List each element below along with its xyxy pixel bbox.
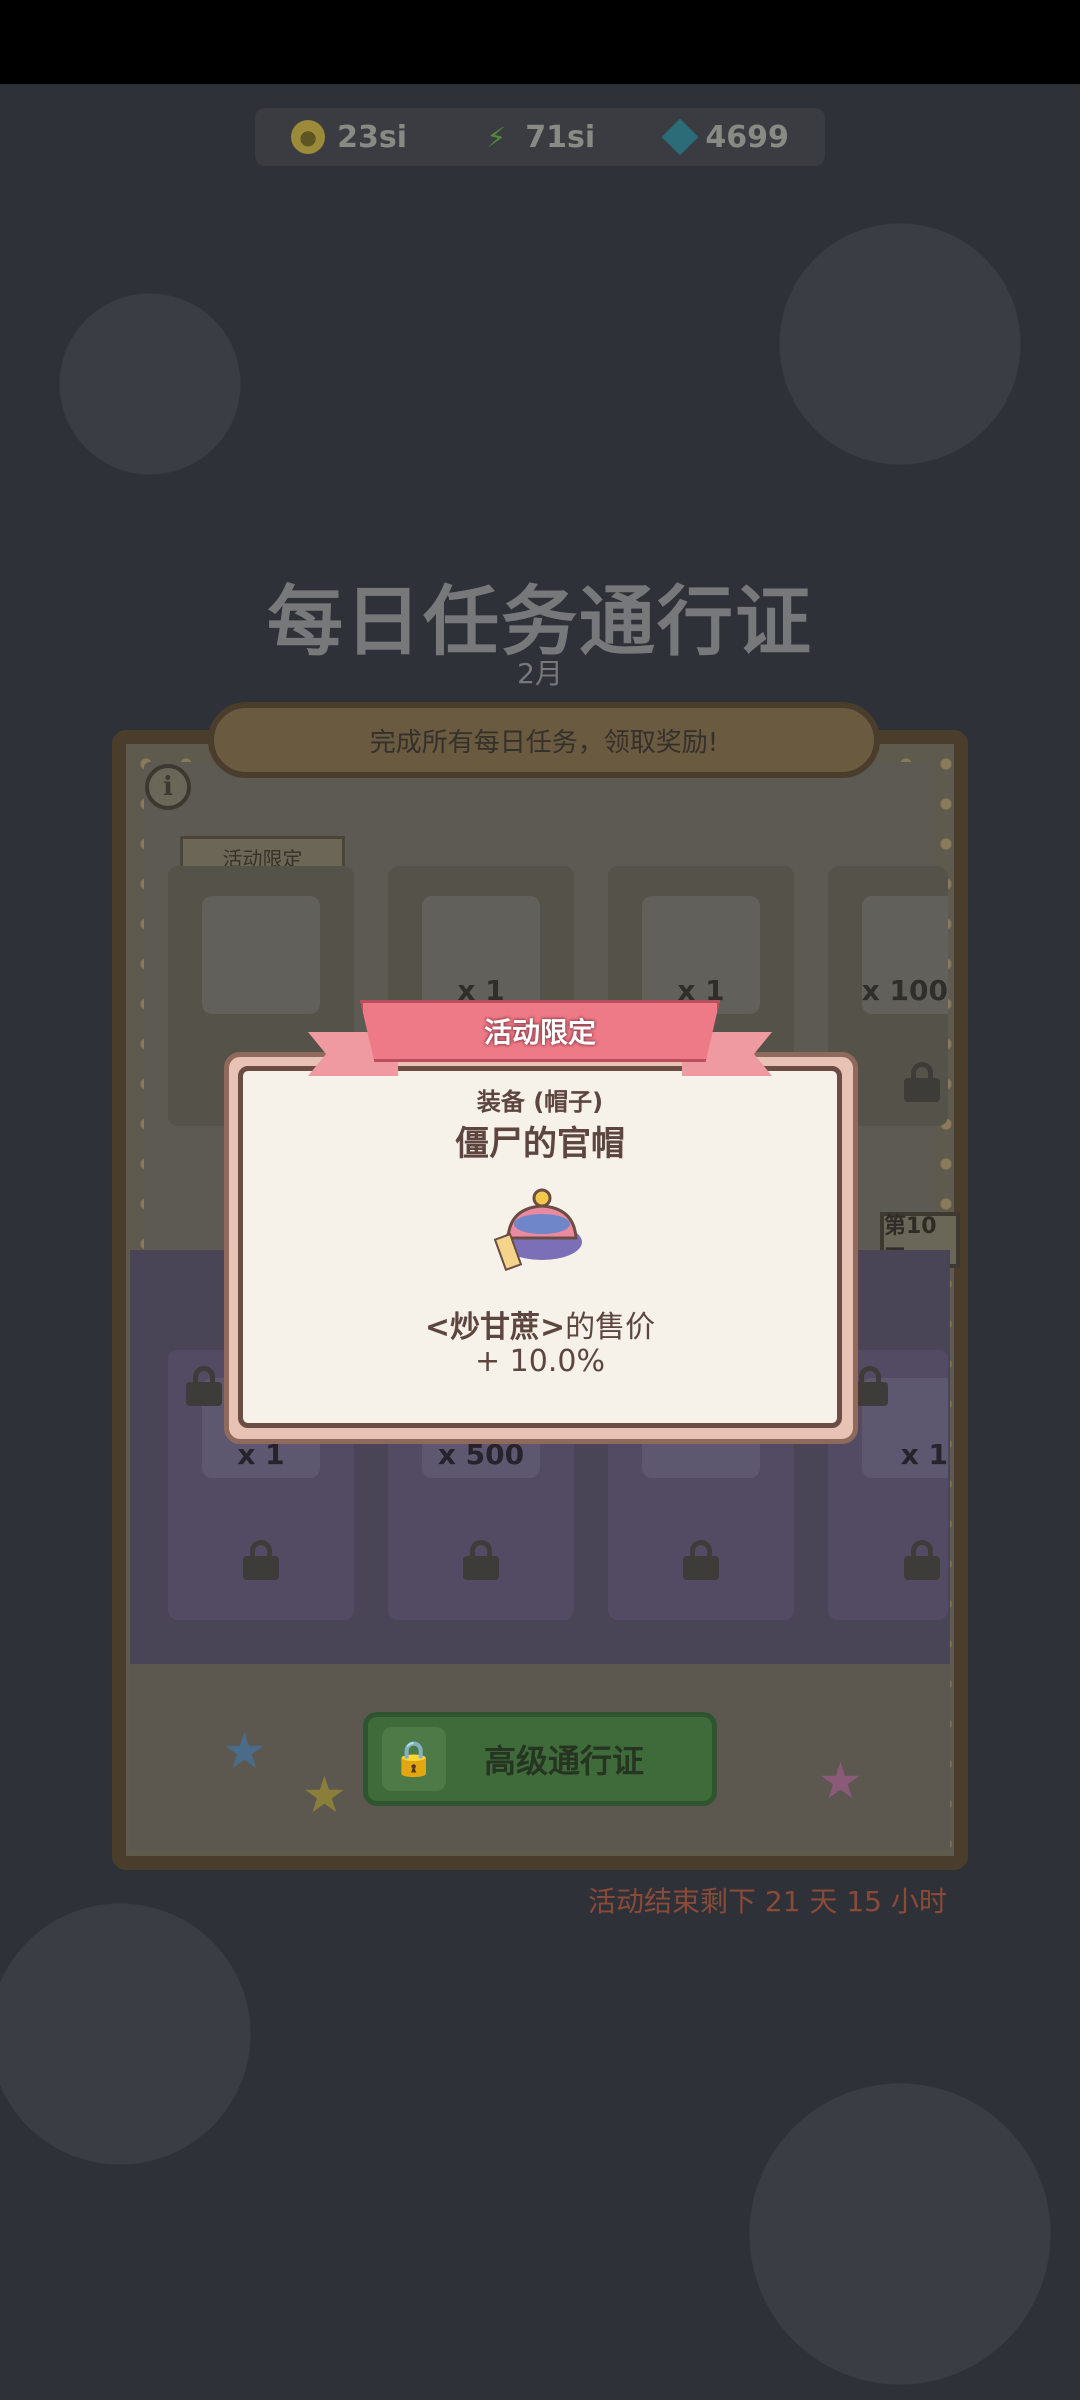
- effect-value: + 10.0%: [475, 1344, 605, 1379]
- lock-icon: [904, 1062, 940, 1102]
- star-icon: ★: [818, 1752, 863, 1810]
- gem-icon: [661, 118, 699, 156]
- item-name: 僵尸的官帽: [455, 1124, 625, 1164]
- gem-value: 4699: [705, 119, 789, 155]
- lock-icon: 🔒: [382, 1727, 446, 1791]
- star-icon: ★: [222, 1722, 267, 1780]
- ribbon-label: 活动限定: [483, 1016, 596, 1049]
- lock-icon: [243, 1540, 279, 1580]
- lock-icon: [186, 1366, 222, 1406]
- premium-pass-label: 高级通行证: [483, 1742, 644, 1780]
- energy-value: 71si: [525, 119, 596, 155]
- star-icon: ★: [302, 1766, 347, 1824]
- official-hat-icon: [493, 1188, 582, 1272]
- gem-counter[interactable]: 4699: [661, 118, 789, 156]
- reward-slot: [202, 896, 320, 1014]
- popup-ribbon: 活动限定: [360, 1000, 720, 1062]
- lock-icon: [904, 1540, 940, 1580]
- info-button[interactable]: i: [145, 764, 191, 810]
- coin-counter[interactable]: ● 23si: [291, 120, 407, 155]
- status-bar: [0, 0, 1080, 84]
- lock-icon: [463, 1540, 499, 1580]
- month-label: 2月: [517, 657, 563, 690]
- reward-qty: x 100: [861, 974, 948, 1007]
- lightning-icon: ⚡: [486, 120, 507, 154]
- effect-item: <炒甘蔗>: [424, 1310, 566, 1345]
- effect-suffix: 的售价: [565, 1310, 656, 1345]
- lock-icon: [683, 1540, 719, 1580]
- event-countdown: 活动结束剩下 21 天 15 小时: [588, 1885, 947, 1918]
- item-effect: <炒甘蔗>的售价: [238, 1302, 842, 1346]
- resource-bar: ● 23si ⚡ 71si 4699: [255, 108, 825, 166]
- energy-counter[interactable]: ⚡ 71si: [479, 120, 595, 155]
- coin-icon: ●: [291, 120, 326, 154]
- item-type: 装备 (帽子): [476, 1088, 604, 1116]
- coin-value: 23si: [337, 119, 407, 155]
- task-banner: 完成所有每日任务，领取奖励!: [208, 702, 880, 778]
- premium-pass-button[interactable]: 🔒 高级通行证: [363, 1712, 717, 1806]
